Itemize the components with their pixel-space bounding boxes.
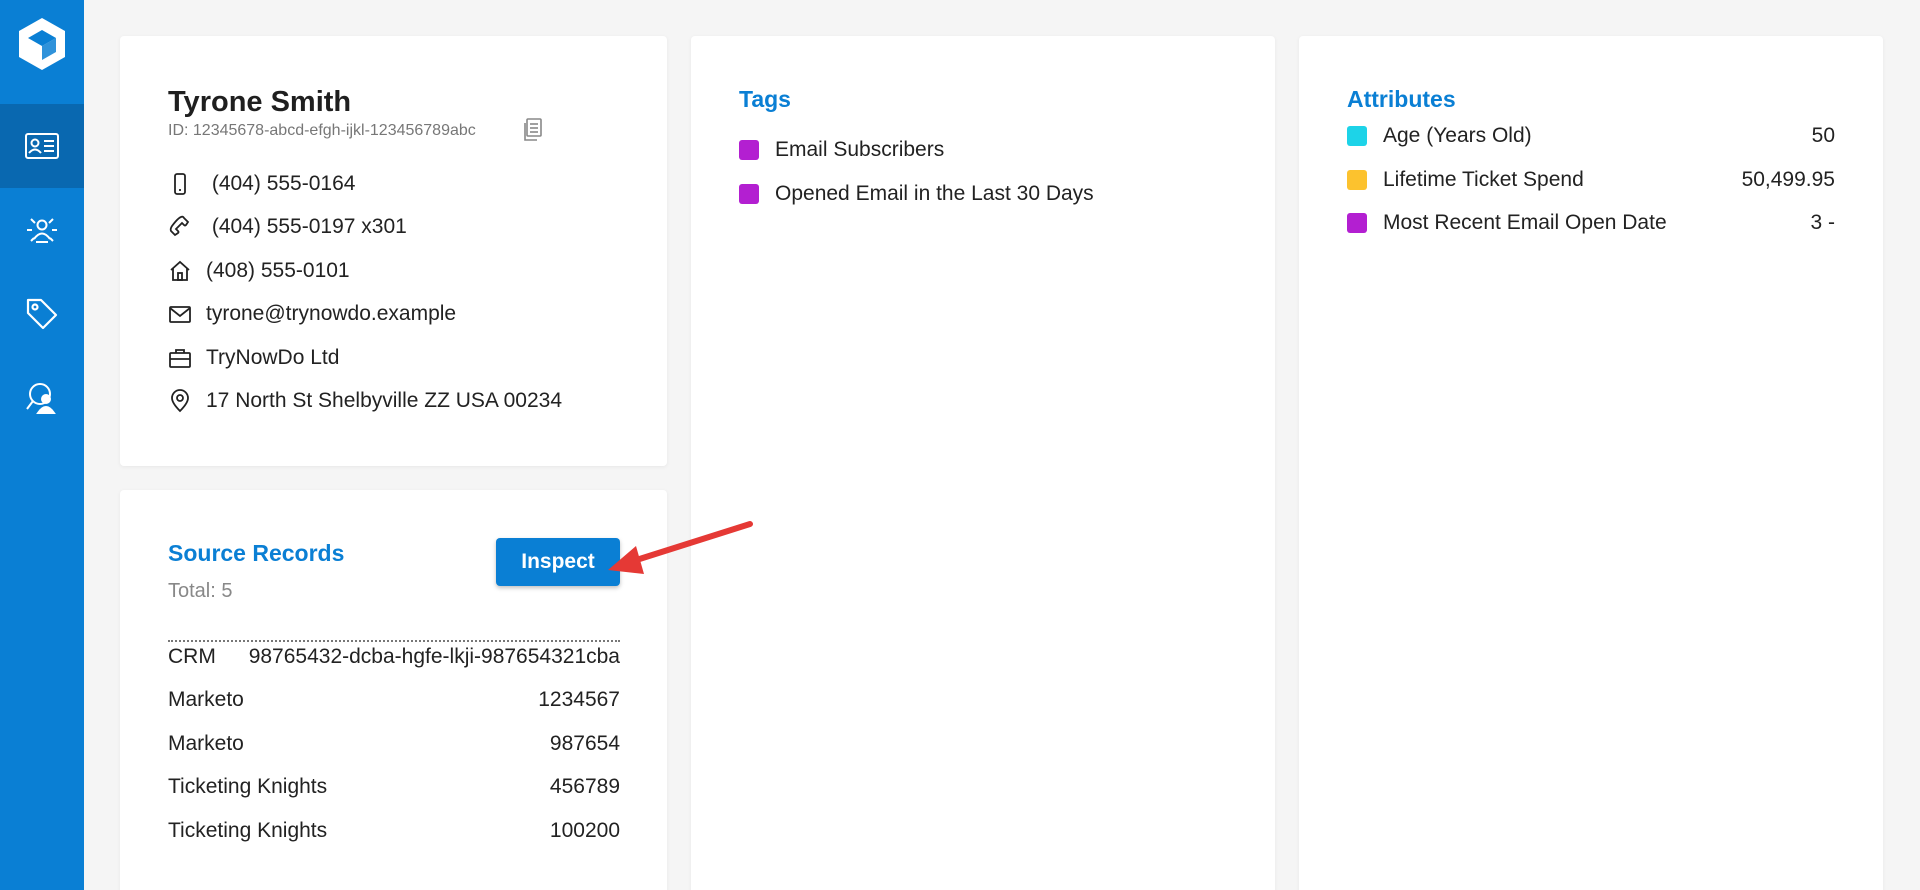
contact-company-value: TryNowDo Ltd — [206, 346, 340, 369]
attribute-color-swatch — [1347, 213, 1367, 233]
source-record-id: 98765432-dcba-hgfe-lkji-987654321cba — [248, 645, 620, 668]
attribute-label: Lifetime Ticket Spend — [1383, 168, 1584, 191]
person-search-icon — [26, 383, 56, 414]
contact-card-icon — [25, 133, 59, 159]
attribute-row[interactable]: Most Recent Email Open Date 3 - — [1347, 211, 1835, 235]
tag-label: Opened Email in the Last 30 Days — [775, 182, 1094, 205]
source-record-row[interactable]: Marketo 1234567 — [168, 688, 620, 712]
copy-icon[interactable] — [522, 118, 542, 142]
source-record-source: Ticketing Knights — [168, 819, 328, 842]
contact-home: (408) 555-0101 — [168, 256, 350, 286]
mobile-phone-icon — [168, 172, 192, 196]
tags-title: Tags — [739, 86, 791, 112]
attribute-value: 50 — [1811, 124, 1835, 147]
attribute-color-swatch — [1347, 170, 1367, 190]
source-record-row[interactable]: Marketo 987654 — [168, 732, 620, 756]
location-pin-icon — [168, 389, 192, 413]
contact-mobile: (404) 555-0164 — [168, 169, 355, 199]
contact-home-value: (408) 555-0101 — [206, 259, 350, 282]
nav-people-network[interactable] — [0, 188, 84, 272]
attributes-card: Attributes Age (Years Old) 50 Lifetime T… — [1299, 36, 1883, 890]
tag-icon — [26, 298, 58, 330]
contact-phone: (404) 555-0197 x301 — [168, 212, 407, 242]
source-record-id: 1234567 — [538, 688, 620, 711]
tag-color-swatch — [739, 140, 759, 160]
attribute-row[interactable]: Age (Years Old) 50 — [1347, 124, 1835, 148]
divider — [168, 640, 620, 642]
nav-person-search[interactable] — [0, 356, 84, 440]
source-record-row[interactable]: CRM 98765432-dcba-hgfe-lkji-987654321cba — [168, 645, 620, 669]
profile-name: Tyrone Smith — [168, 86, 352, 118]
attribute-value: 3 - — [1810, 211, 1835, 234]
inspect-button[interactable]: Inspect — [496, 538, 620, 586]
mail-icon — [168, 302, 192, 326]
source-record-id: 987654 — [549, 732, 620, 755]
contact-email-value: tyrone@trynowdo.example — [206, 302, 457, 325]
source-record-row[interactable]: Ticketing Knights 100200 — [168, 819, 620, 843]
contact-company: TryNowDo Ltd — [168, 343, 339, 373]
briefcase-icon — [168, 346, 192, 370]
app-logo-icon[interactable] — [14, 16, 70, 72]
contact-address: 17 North St Shelbyville ZZ USA 00234 — [168, 386, 562, 416]
source-record-id: 100200 — [549, 819, 620, 842]
profile-id: ID: 12345678-abcd-efgh-ijkl-123456789abc — [168, 122, 476, 139]
tags-card: Tags Email Subscribers Opened Email in t… — [691, 36, 1275, 890]
tag-label: Email Subscribers — [775, 138, 945, 161]
source-records-title: Source Records — [168, 540, 345, 566]
contact-phone-value: (404) 555-0197 x301 — [206, 215, 407, 238]
tag-item[interactable]: Opened Email in the Last 30 Days — [739, 182, 1094, 206]
attribute-color-swatch — [1347, 126, 1367, 146]
nav-tags[interactable] — [0, 272, 84, 356]
attribute-value: 50,499.95 — [1741, 168, 1835, 191]
tag-item[interactable]: Email Subscribers — [739, 138, 944, 162]
source-record-source: Marketo — [168, 732, 244, 755]
source-records-card: Source Records Total: 5 Inspect CRM 9876… — [120, 490, 667, 890]
attribute-row[interactable]: Lifetime Ticket Spend 50,499.95 — [1347, 168, 1835, 192]
contact-email: tyrone@trynowdo.example — [168, 299, 456, 329]
source-record-source: Ticketing Knights — [168, 775, 328, 798]
source-records-total: Total: 5 — [168, 580, 233, 602]
sidebar — [0, 0, 84, 890]
attribute-label: Most Recent Email Open Date — [1383, 211, 1667, 234]
attributes-title: Attributes — [1347, 86, 1456, 112]
source-record-source: CRM — [168, 645, 216, 668]
source-record-source: Marketo — [168, 688, 244, 711]
contact-address-value: 17 North St Shelbyville ZZ USA 00234 — [206, 389, 563, 412]
source-record-id: 456789 — [549, 775, 620, 798]
home-icon — [168, 259, 192, 283]
nav-contact-card[interactable] — [0, 104, 84, 188]
people-network-icon — [27, 218, 57, 243]
contact-mobile-value: (404) 555-0164 — [206, 172, 356, 195]
source-record-row[interactable]: Ticketing Knights 456789 — [168, 775, 620, 799]
phone-icon — [168, 215, 192, 239]
attribute-label: Age (Years Old) — [1383, 124, 1532, 147]
profile-card: Tyrone Smith ID: 12345678-abcd-efgh-ijkl… — [120, 36, 667, 466]
tag-color-swatch — [739, 184, 759, 204]
